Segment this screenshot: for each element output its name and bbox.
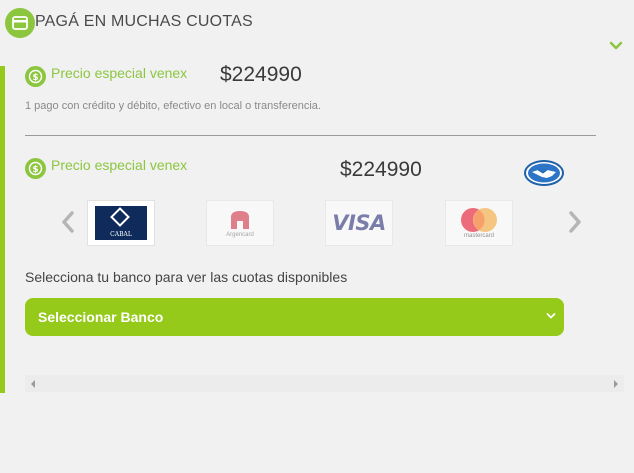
bank-prompt: Selecciona tu banco para ver las cuotas … — [25, 269, 348, 285]
mastercard-text: mastercard — [463, 233, 494, 239]
scroll-right-icon[interactable] — [614, 380, 618, 388]
argencard-text: Argencard — [226, 231, 254, 238]
svg-text:$: $ — [32, 165, 38, 175]
divider — [25, 135, 596, 136]
accent-bar — [0, 66, 5, 393]
offer-label: Precio especial venex — [51, 65, 188, 81]
card-argencard[interactable]: Argencard — [206, 200, 274, 246]
chevron-left-icon[interactable] — [60, 210, 76, 234]
cabal-logo: CABAL — [95, 206, 147, 240]
card-visa[interactable]: VISA — [325, 200, 393, 246]
visa-logo: VISA — [332, 211, 386, 235]
svg-text:CABAL: CABAL — [110, 231, 132, 238]
credit-card-icon — [5, 8, 35, 38]
horizontal-scrollbar[interactable] — [25, 375, 624, 392]
offer-description: 1 pago con crédito y débito, efectivo en… — [25, 100, 321, 112]
svg-text:$: $ — [32, 73, 38, 83]
chevron-down-icon — [546, 313, 556, 319]
coin-icon: $ — [25, 158, 46, 179]
section-title: PAGÁ EN MUCHAS CUOTAS — [35, 13, 253, 30]
mercadopago-logo — [524, 160, 564, 186]
payment-panel: $ Precio especial venex $224990 1 pago c… — [0, 63, 634, 394]
card-mastercard[interactable]: mastercard — [445, 200, 513, 246]
chevron-right-icon[interactable] — [567, 210, 583, 234]
bank-select[interactable]: Seleccionar Banco — [25, 298, 564, 336]
mastercard-logo — [461, 208, 497, 232]
scroll-left-icon[interactable] — [31, 380, 35, 388]
offer-price: $224990 — [220, 63, 302, 86]
bank-select-value: Seleccionar Banco — [38, 309, 164, 325]
offer-label: Precio especial venex — [51, 157, 188, 173]
section-header[interactable]: PAGÁ EN MUCHAS CUOTAS — [0, 0, 634, 58]
coin-icon: $ — [25, 66, 46, 87]
card-cabal[interactable]: CABAL — [87, 200, 155, 246]
argencard-logo — [231, 210, 249, 229]
chevron-down-icon[interactable] — [608, 40, 624, 52]
offer-price: $224990 — [340, 158, 422, 181]
